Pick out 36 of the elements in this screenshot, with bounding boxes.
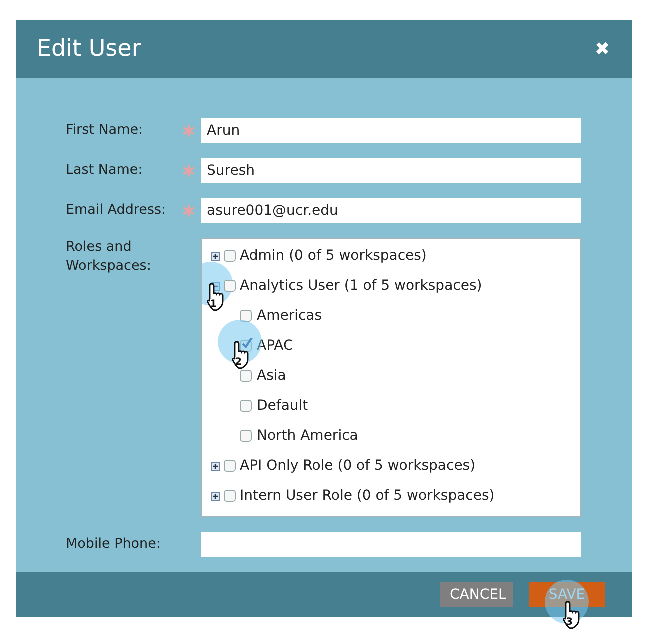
expand-icon[interactable] <box>211 492 220 500</box>
text-field[interactable]: asure001@ucr.edu <box>201 198 581 223</box>
role-label: API Only Role (0 of 5 workspaces) <box>240 458 476 474</box>
role-label: Intern User Role (0 of 5 workspaces) <box>240 488 495 504</box>
checkbox[interactable] <box>240 430 252 442</box>
dialog-title: Edit User <box>37 36 142 62</box>
field-label: Roles and Workspaces: <box>66 238 152 276</box>
checkbox[interactable] <box>224 460 236 472</box>
checkbox[interactable] <box>224 490 236 502</box>
cancel-button[interactable]: CANCEL <box>440 582 513 607</box>
checkbox[interactable] <box>240 340 252 352</box>
role-label: Analytics User (1 of 5 workspaces) <box>240 278 482 294</box>
step-number: 1 <box>210 298 217 310</box>
checkbox[interactable] <box>240 400 252 412</box>
close-button[interactable]: ✖ <box>595 38 610 60</box>
workspace-label: Americas <box>257 308 322 324</box>
checkbox[interactable] <box>224 280 236 292</box>
field-label: First Name: <box>66 121 144 140</box>
checkbox[interactable] <box>240 370 252 382</box>
text-field[interactable] <box>201 532 581 557</box>
role-label: Admin (0 of 5 workspaces) <box>240 248 427 264</box>
text-field[interactable]: Arun <box>201 118 581 143</box>
workspace-label: Default <box>257 398 308 414</box>
checkbox[interactable] <box>240 310 252 322</box>
workspace-label: North America <box>257 428 358 444</box>
text-field[interactable]: Suresh <box>201 158 581 183</box>
workspace-label: Asia <box>257 368 286 384</box>
step-number: 2 <box>235 357 242 368</box>
checkbox[interactable] <box>224 250 236 262</box>
field-label: Mobile Phone: <box>66 535 162 554</box>
field-label: Last Name: <box>66 161 144 180</box>
expand-icon[interactable] <box>211 462 220 470</box>
field-label: Email Address: <box>66 201 168 220</box>
step-number: 3 <box>566 617 573 628</box>
expand-icon[interactable] <box>211 252 220 260</box>
workspace-label: APAC <box>257 338 294 354</box>
